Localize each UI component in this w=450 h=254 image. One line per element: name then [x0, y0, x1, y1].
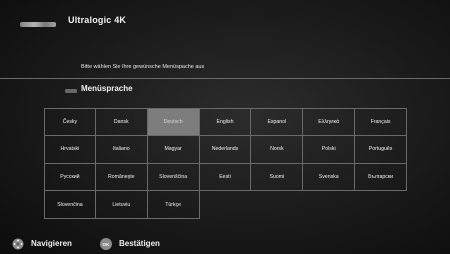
language-option[interactable]: Português [355, 135, 407, 164]
instruction-text: Bitte wählen Sie Ihre gewünsche Menüspac… [81, 64, 205, 70]
language-option[interactable]: Türkçe [147, 191, 200, 219]
language-option[interactable]: Hrvatski [44, 135, 96, 164]
empty-cell [355, 191, 407, 219]
language-grid: Česky Dansk Deutsch English Espanol Ελληνικά F… [44, 108, 407, 219]
language-option[interactable]: Norsk [251, 135, 304, 164]
language-option[interactable]: Deutsch [147, 108, 200, 136]
language-option[interactable]: Magyar [147, 135, 200, 164]
navigate-label: Navigieren [31, 239, 72, 248]
divider [0, 78, 450, 79]
language-option[interactable]: Slovenščina [147, 163, 200, 192]
language-option[interactable]: Espanol [251, 108, 304, 136]
language-option[interactable]: Românește [95, 163, 148, 192]
language-option[interactable]: English [199, 108, 252, 136]
language-option[interactable]: Ελληνικά [303, 108, 356, 136]
empty-cell [303, 191, 355, 219]
language-option[interactable]: Polski [303, 135, 356, 164]
menu-language-icon [65, 89, 77, 93]
language-option[interactable]: Suomi [251, 163, 304, 192]
language-option[interactable]: Eesti [199, 163, 252, 192]
header-title: Ultralogic 4K [68, 15, 127, 25]
empty-cell [251, 191, 303, 219]
brand-logo [20, 22, 56, 27]
language-option[interactable]: Русский [44, 163, 96, 192]
language-option[interactable]: Slovenčina [44, 191, 96, 219]
language-option[interactable]: Dansk [95, 108, 148, 136]
language-option[interactable]: Nederlands [199, 135, 252, 164]
language-option[interactable]: Česky [44, 108, 96, 136]
language-option[interactable]: Lietuviu [95, 191, 148, 219]
language-option[interactable]: Français [355, 108, 407, 136]
confirm-label: Bestätigen [119, 239, 160, 248]
tv-screen: Ultralogic 4K Bitte wählen Sie Ihre gewü… [0, 0, 450, 254]
ok-button-icon: OK [100, 238, 112, 250]
section-title: Menüsprache [81, 84, 133, 93]
dpad-icon [12, 238, 24, 250]
language-option[interactable]: Български [355, 163, 407, 192]
empty-cell [200, 191, 252, 219]
language-option[interactable]: Italiano [95, 135, 148, 164]
language-option[interactable]: Svenska [303, 163, 356, 192]
